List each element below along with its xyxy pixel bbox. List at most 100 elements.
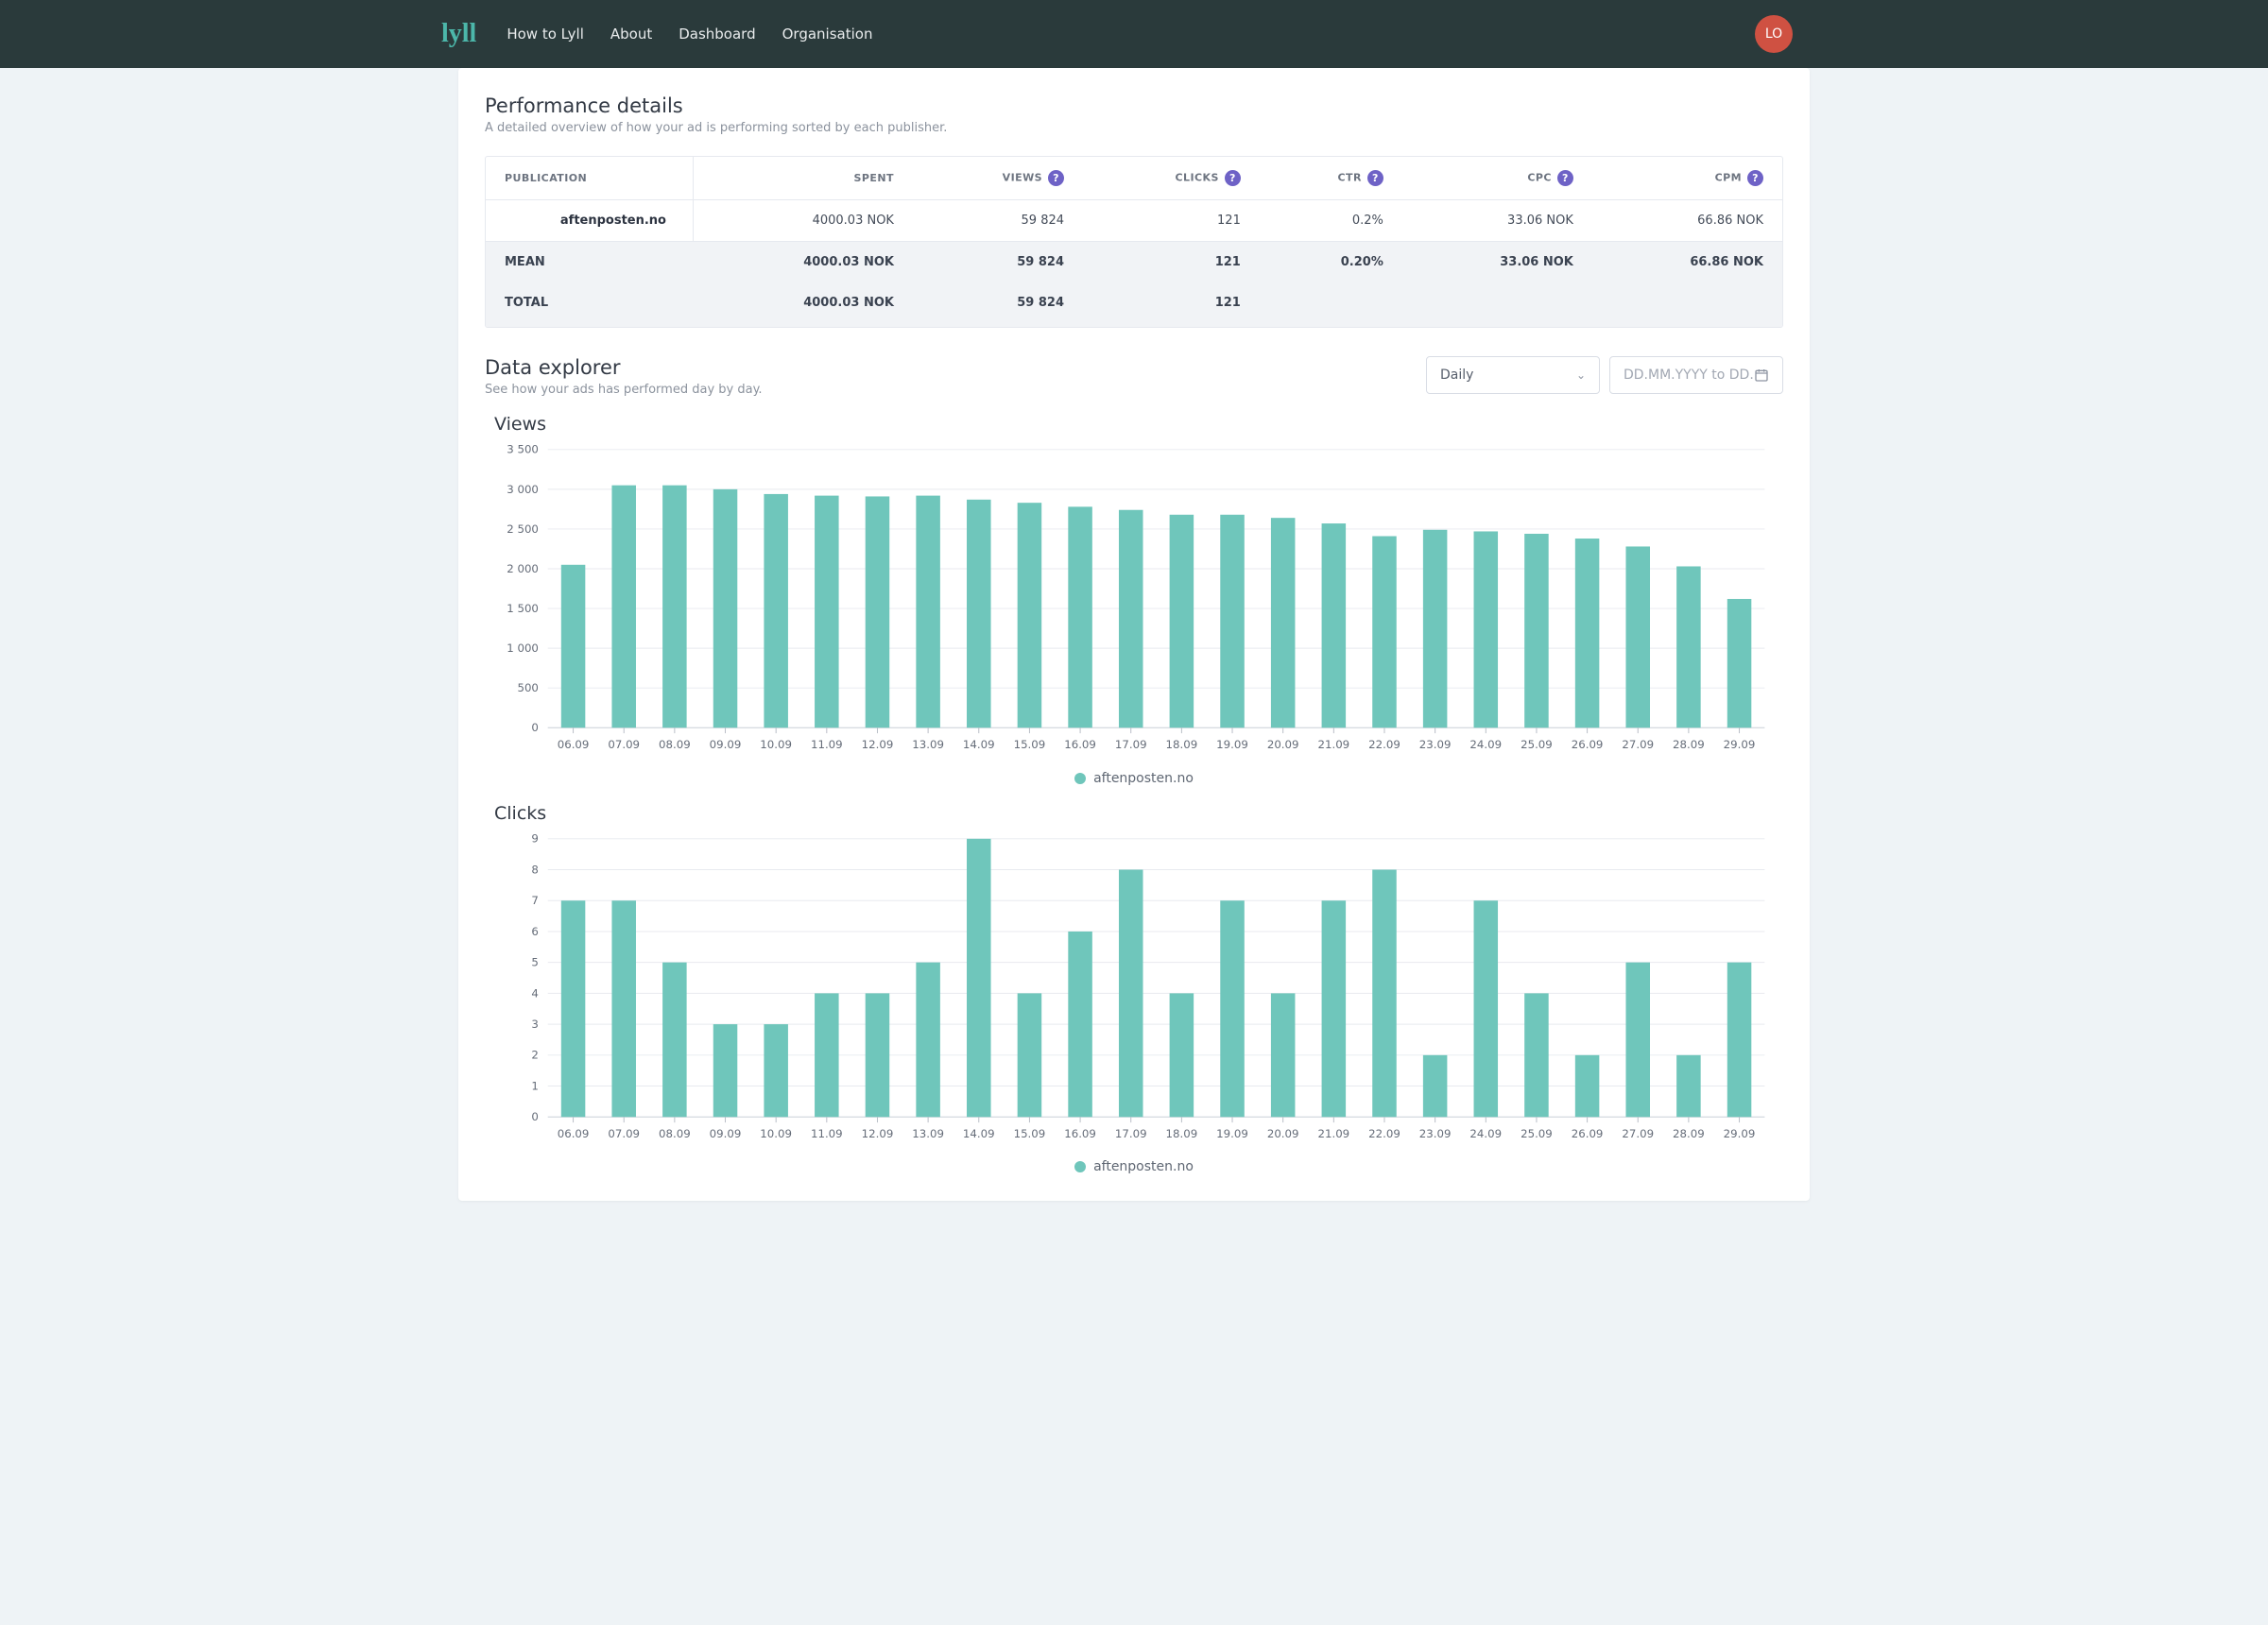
bar[interactable] [815, 993, 839, 1117]
svg-text:12.09: 12.09 [862, 1126, 894, 1139]
svg-text:11.09: 11.09 [811, 1126, 843, 1139]
bar[interactable] [1524, 534, 1549, 727]
help-icon[interactable]: ? [1367, 170, 1383, 186]
svg-text:21.09: 21.09 [1317, 738, 1349, 751]
svg-text:27.09: 27.09 [1622, 1126, 1654, 1139]
bar[interactable] [1220, 900, 1245, 1117]
col-spent[interactable]: SPENT [694, 157, 913, 200]
bar[interactable] [764, 494, 788, 727]
bar[interactable] [916, 962, 940, 1117]
bar[interactable] [815, 496, 839, 728]
bar[interactable] [1423, 1054, 1448, 1116]
svg-text:0: 0 [531, 1110, 539, 1123]
col-views[interactable]: VIEWS? [913, 157, 1083, 200]
bar[interactable] [1474, 531, 1499, 727]
bar[interactable] [1322, 900, 1347, 1117]
bar[interactable] [1119, 869, 1143, 1117]
svg-text:29.09: 29.09 [1724, 738, 1756, 751]
bar[interactable] [1271, 993, 1296, 1117]
svg-text:10.09: 10.09 [760, 1126, 792, 1139]
bar[interactable] [1575, 1054, 1600, 1116]
date-range-input[interactable]: DD.MM.YYYY to DD.MM.YYYY [1609, 356, 1783, 394]
bar[interactable] [561, 900, 586, 1117]
col-cpm[interactable]: CPM? [1592, 157, 1782, 200]
svg-text:07.09: 07.09 [608, 738, 640, 751]
svg-text:22.09: 22.09 [1368, 1126, 1400, 1139]
bar[interactable] [1170, 993, 1194, 1117]
calendar-icon [1754, 368, 1769, 383]
bar[interactable] [1119, 510, 1143, 727]
svg-text:17.09: 17.09 [1115, 1126, 1147, 1139]
bar[interactable] [967, 500, 991, 727]
perf-subtitle: A detailed overview of how your ad is pe… [485, 121, 1783, 135]
bar[interactable] [1018, 993, 1042, 1117]
bar[interactable] [1625, 546, 1650, 727]
bar[interactable] [764, 1024, 788, 1117]
nav-how-to[interactable]: How to Lyll [507, 26, 584, 43]
bar[interactable] [1322, 523, 1347, 727]
avatar[interactable]: LO [1755, 15, 1793, 53]
bar[interactable] [866, 993, 890, 1117]
granularity-select[interactable]: Daily ⌄ [1426, 356, 1600, 394]
bar[interactable] [1676, 566, 1701, 727]
svg-text:5: 5 [531, 955, 539, 968]
bar[interactable] [1727, 962, 1752, 1117]
col-clicks[interactable]: CLICKS? [1083, 157, 1260, 200]
svg-text:27.09: 27.09 [1622, 738, 1654, 751]
svg-text:17.09: 17.09 [1115, 738, 1147, 751]
bar[interactable] [662, 486, 687, 728]
col-publication[interactable]: PUBLICATION [486, 157, 694, 200]
bar[interactable] [611, 486, 636, 728]
table-row[interactable]: aftenposten.no4000.03 NOK59 8241210.2%33… [486, 200, 1782, 242]
bar[interactable] [561, 565, 586, 727]
bar[interactable] [1524, 993, 1549, 1117]
bar[interactable] [1068, 506, 1092, 727]
bar[interactable] [1727, 599, 1752, 727]
svg-text:08.09: 08.09 [659, 738, 691, 751]
svg-text:16.09: 16.09 [1064, 1126, 1096, 1139]
bar[interactable] [1170, 515, 1194, 727]
bar[interactable] [1575, 539, 1600, 727]
svg-text:6: 6 [531, 924, 539, 937]
bar[interactable] [967, 838, 991, 1116]
date-range-placeholder: DD.MM.YYYY to DD.MM.YYYY [1624, 368, 1754, 383]
nav-dashboard[interactable]: Dashboard [679, 26, 755, 43]
help-icon[interactable]: ? [1747, 170, 1763, 186]
performance-table: PUBLICATIONSPENTVIEWS?CLICKS?CTR?CPC?CPM… [485, 156, 1783, 328]
col-ctr[interactable]: CTR? [1260, 157, 1402, 200]
svg-text:25.09: 25.09 [1521, 1126, 1553, 1139]
brand-logo[interactable]: lyll [441, 19, 476, 49]
bar[interactable] [1271, 518, 1296, 727]
bar[interactable] [1423, 530, 1448, 727]
chevron-down-icon: ⌄ [1576, 368, 1586, 382]
svg-text:15.09: 15.09 [1014, 738, 1046, 751]
bar[interactable] [866, 496, 890, 727]
nav-organisation[interactable]: Organisation [782, 26, 873, 43]
bar[interactable] [1625, 962, 1650, 1117]
col-cpc[interactable]: CPC? [1402, 157, 1592, 200]
svg-text:1: 1 [531, 1079, 539, 1092]
bar[interactable] [713, 489, 738, 727]
svg-text:09.09: 09.09 [710, 738, 742, 751]
bar[interactable] [1372, 537, 1397, 728]
bar[interactable] [713, 1024, 738, 1117]
explorer-title: Data explorer [485, 356, 1413, 379]
chart-views: 05001 0001 5002 0002 5003 0003 50006.090… [485, 440, 1783, 765]
bar[interactable] [916, 496, 940, 728]
help-icon[interactable]: ? [1048, 170, 1064, 186]
bar[interactable] [1220, 515, 1245, 727]
bar[interactable] [611, 900, 636, 1117]
legend-dot-icon [1074, 1161, 1086, 1172]
summary-row: TOTAL4000.03 NOK59 824121 [486, 282, 1782, 327]
help-icon[interactable]: ? [1557, 170, 1573, 186]
nav-about[interactable]: About [610, 26, 652, 43]
help-icon[interactable]: ? [1225, 170, 1241, 186]
bar[interactable] [1018, 503, 1042, 727]
bar[interactable] [1068, 931, 1092, 1116]
bar[interactable] [662, 962, 687, 1117]
svg-text:13.09: 13.09 [912, 1126, 944, 1139]
legend-dot-icon [1074, 773, 1086, 784]
bar[interactable] [1474, 900, 1499, 1117]
bar[interactable] [1372, 869, 1397, 1117]
bar[interactable] [1676, 1054, 1701, 1116]
